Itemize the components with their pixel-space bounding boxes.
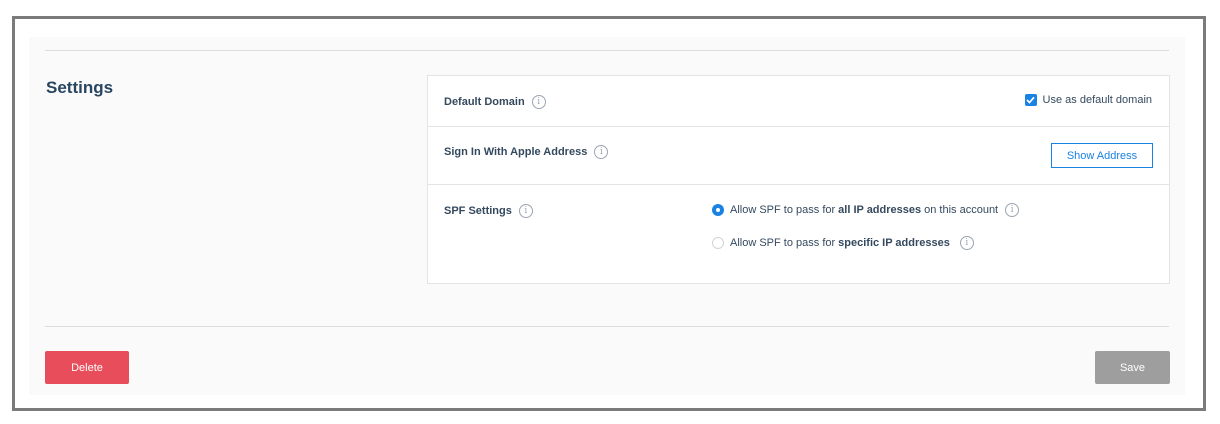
settings-panel: Settings Default Domain i Use as default… [29,37,1185,395]
settings-frame: Settings Default Domain i Use as default… [12,16,1206,411]
section-title: Settings [46,78,114,97]
spf-option-specific-prefix: Allow SPF to pass for [730,237,836,249]
spf-option-specific-bold: specific IP addresses [838,237,950,249]
info-icon[interactable]: i [594,145,609,159]
spf-option-all-prefix: Allow SPF to pass for [730,204,836,216]
default-domain-row: Default Domain i Use as default domain [428,76,1169,127]
radio-selected-icon[interactable] [712,204,724,216]
default-domain-label: Default Domain [444,96,525,108]
top-divider [45,50,1169,51]
default-domain-checkbox-label: Use as default domain [1042,94,1152,106]
settings-card: Default Domain i Use as default domain S… [427,75,1170,284]
checkbox-checked-icon[interactable] [1024,94,1037,106]
spf-label: SPF Settings [444,205,512,217]
spf-label-group: SPF Settings i [444,204,533,218]
apple-address-label: Sign In With Apple Address [444,146,588,158]
show-address-button[interactable]: Show Address [1051,143,1153,168]
info-icon[interactable]: i [531,95,546,109]
default-domain-label-group: Default Domain i [444,95,546,109]
spf-option-all-bold: all IP addresses [838,204,922,216]
delete-button[interactable]: Delete [45,351,129,384]
radio-unselected-icon[interactable] [712,237,724,249]
default-domain-checkbox[interactable]: Use as default domain [1024,94,1152,106]
spf-option-all-ip[interactable]: Allow SPF to pass for all IP addresses o… [712,203,1020,217]
save-button[interactable]: Save [1095,351,1170,384]
apple-address-row: Sign In With Apple Address i Show Addres… [428,127,1169,185]
info-icon[interactable]: i [518,204,533,218]
bottom-divider [45,326,1169,327]
spf-option-all-suffix: on this account [924,204,999,216]
info-icon[interactable]: i [959,236,974,250]
apple-address-label-group: Sign In With Apple Address i [444,145,609,159]
spf-settings-row: SPF Settings i Allow SPF to pass for all… [428,185,1169,284]
spf-option-specific-ip[interactable]: Allow SPF to pass for specific IP addres… [712,236,974,250]
info-icon[interactable]: i [1005,203,1020,217]
